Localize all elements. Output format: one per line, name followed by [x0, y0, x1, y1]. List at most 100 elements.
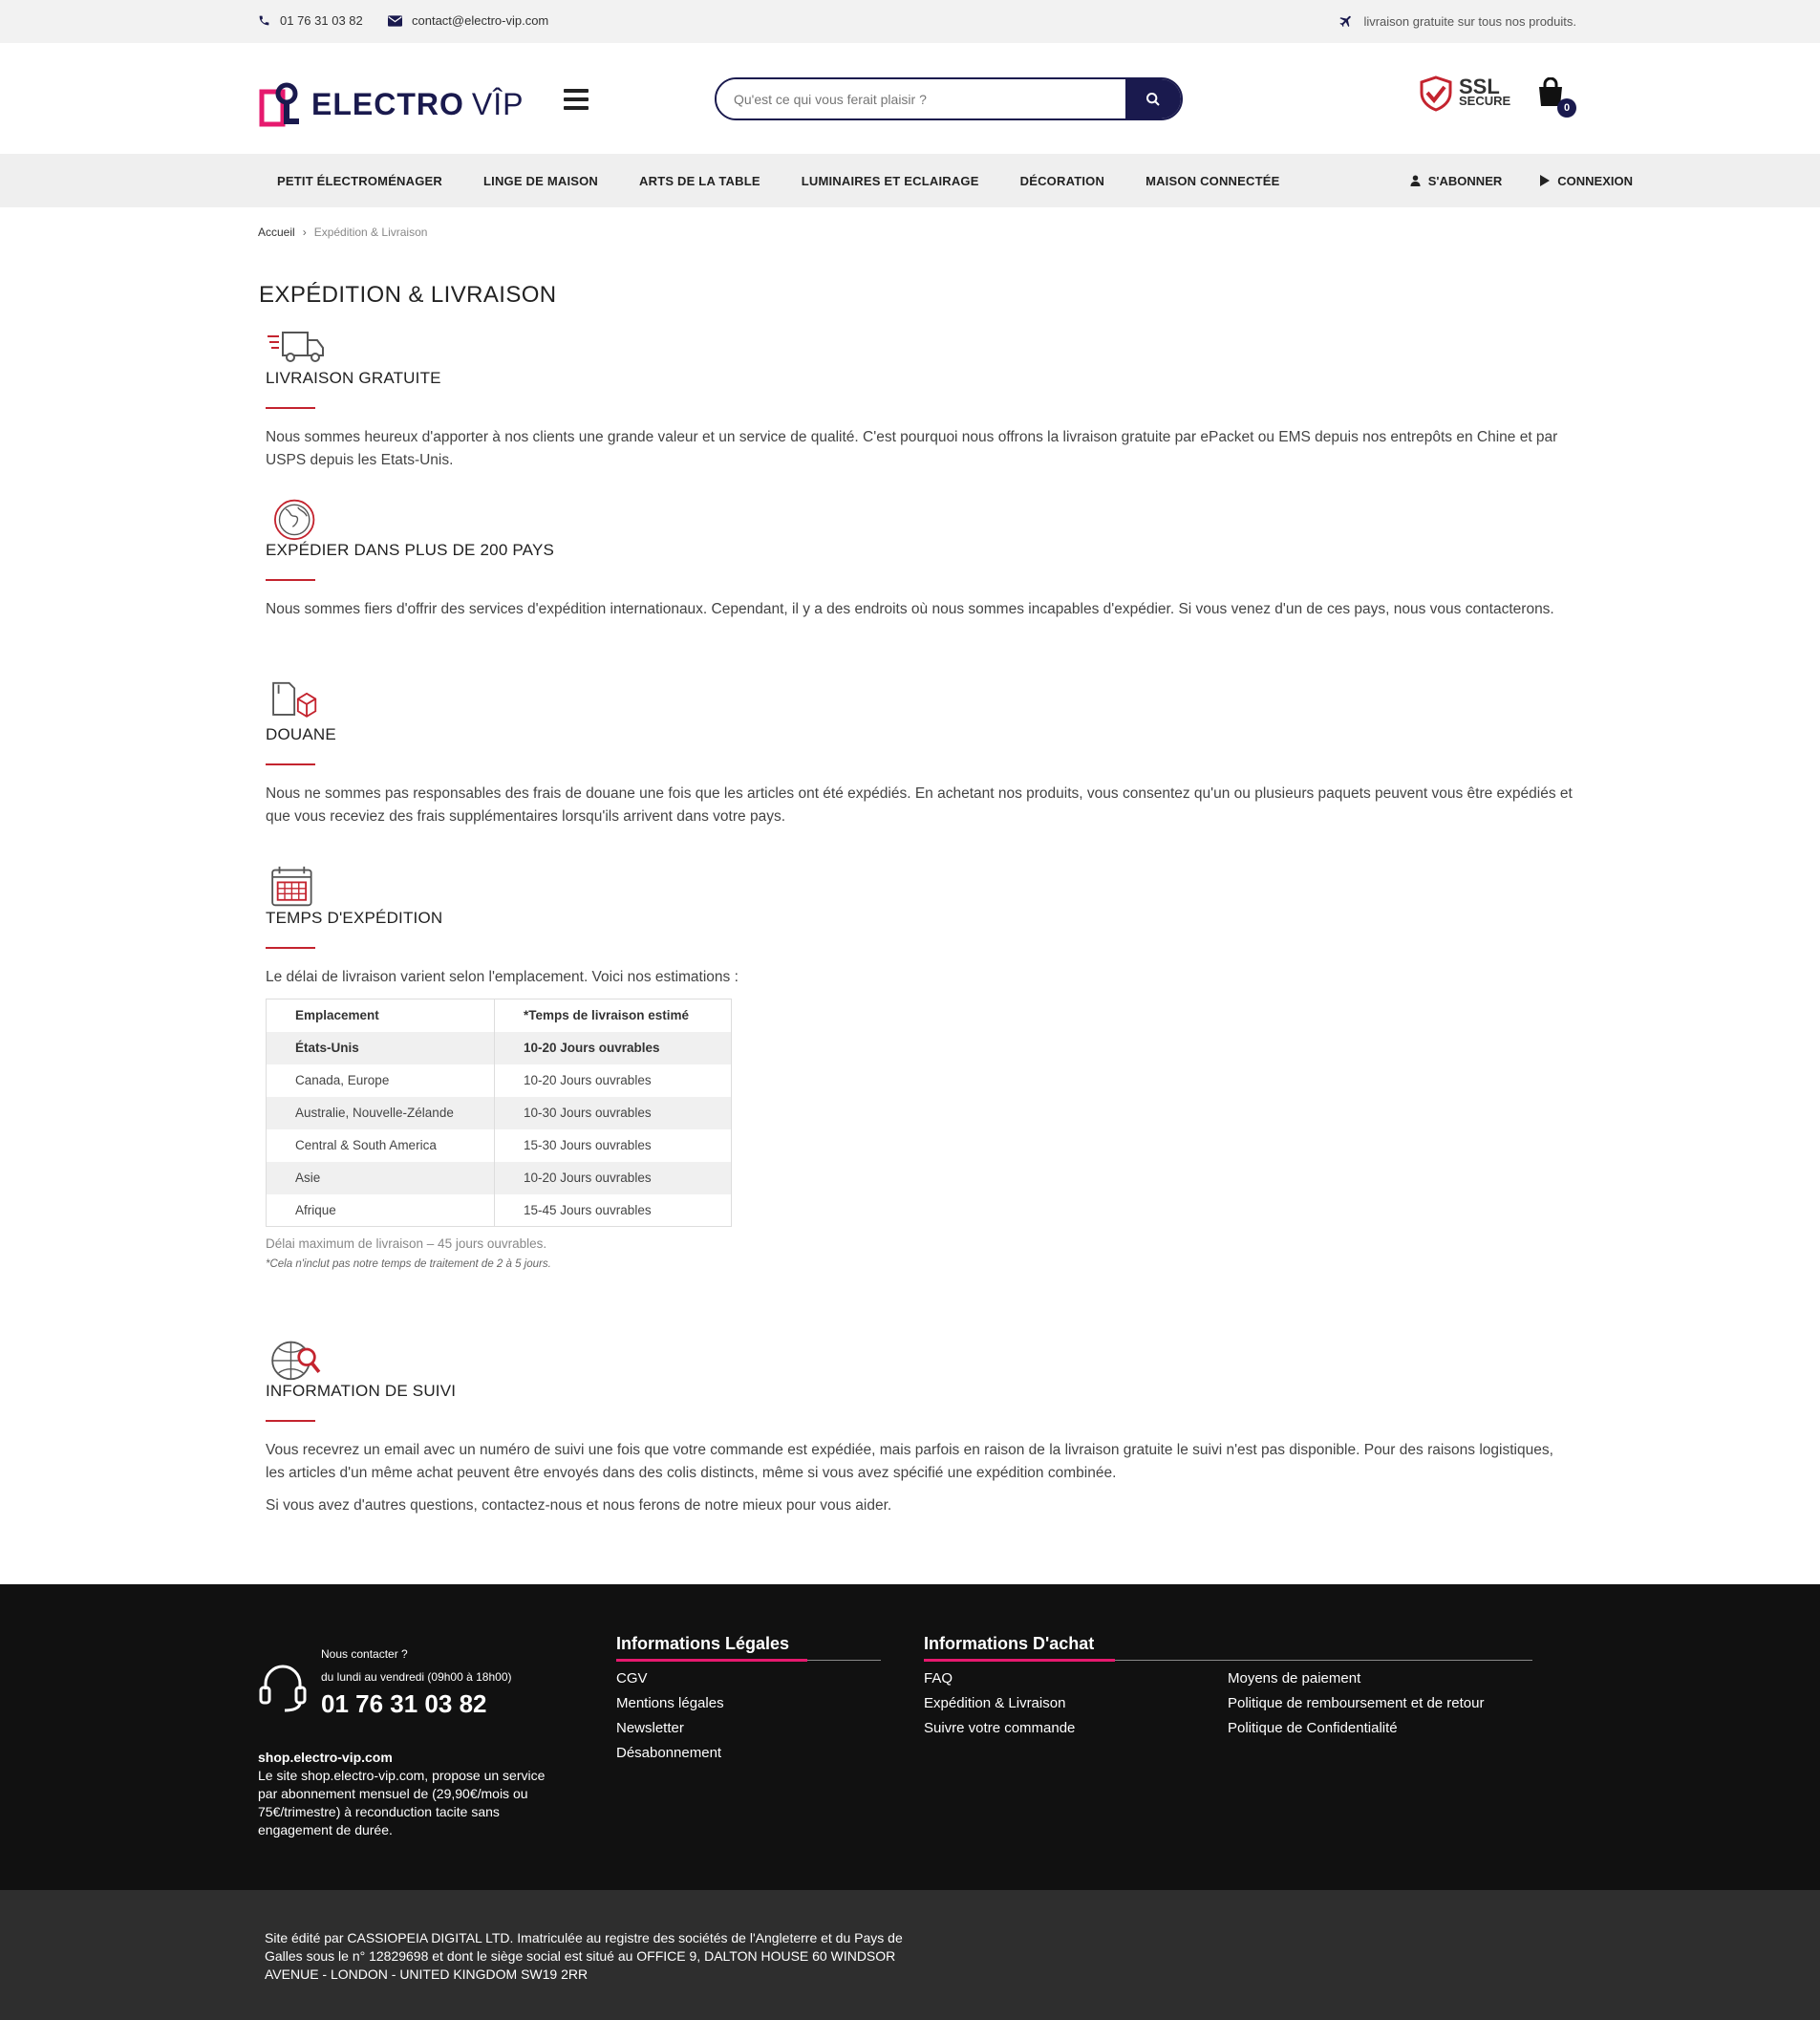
title-underline: [266, 579, 315, 581]
footer-link-payment[interactable]: Moyens de paiement: [1228, 1670, 1484, 1687]
footer-hours: du lundi au vendredi (09h00 à 18h00): [321, 1670, 512, 1684]
envelope-icon: [388, 14, 402, 27]
footer-link-mentions[interactable]: Mentions légales: [616, 1695, 881, 1711]
title-underline: [266, 1420, 315, 1422]
footer-link-faq[interactable]: FAQ: [924, 1670, 1228, 1687]
footer-legal-column: Informations Légales CGV Mentions légale…: [616, 1634, 881, 1770]
breadcrumb-separator-icon: ›: [302, 226, 307, 239]
footer-purchase-column: Informations D'achat FAQ Expédition & Li…: [924, 1634, 1532, 1745]
footer-about: shop.electro-vip.com Le site shop.electr…: [258, 1749, 564, 1839]
nav-item-arts-de-la-table[interactable]: ARTS DE LA TABLE: [639, 174, 760, 188]
cart-button[interactable]: 0: [1536, 76, 1576, 118]
headset-icon: [259, 1665, 307, 1712]
table-row: Central & South America 15-30 Jours ouvra…: [266, 1128, 732, 1162]
table-row: États-Unis 10-20 Jours ouvrables: [266, 1031, 732, 1064]
topbar-promo-text: livraison gratuite sur tous nos produits…: [1363, 13, 1576, 29]
company-legal-text: Site édité par CASSIOPEIA DIGITAL LTD. I…: [265, 1930, 903, 1982]
topbar-phone[interactable]: 01 76 31 03 82: [258, 13, 363, 28]
footer-phone[interactable]: 01 76 31 03 82: [321, 1689, 512, 1719]
section-title: DOUANE: [266, 725, 336, 743]
footer-link-unsubscribe[interactable]: Désabonnement: [616, 1745, 881, 1761]
page-title: EXPÉDITION & LIVRAISON: [259, 282, 557, 308]
footer-about-text: Le site shop.electro-vip.com, propose un…: [258, 1768, 546, 1837]
footer-link-refund[interactable]: Politique de remboursement et de retour: [1228, 1695, 1484, 1711]
user-icon: [1410, 175, 1421, 186]
section-200-countries: EXPÉDIER DANS PLUS DE 200 PAYS Nous somm…: [266, 497, 1574, 621]
search-button[interactable]: [1125, 79, 1181, 118]
table-cell: 10-20 Jours ouvrables: [494, 1161, 732, 1194]
nav-item-linge-de-maison[interactable]: LINGE DE MAISON: [483, 174, 598, 188]
breadcrumb: Accueil › Expédition & Livraison: [258, 226, 427, 239]
section-text: Vous recevrez un email avec un numéro de…: [266, 1442, 1553, 1481]
login-label: CONNEXION: [1557, 173, 1633, 188]
footer-link-cgv[interactable]: CGV: [616, 1670, 881, 1687]
section-customs: DOUANE Nous ne sommes pas responsables d…: [266, 681, 1574, 828]
section-title: EXPÉDIER DANS PLUS DE 200 PAYS: [266, 541, 555, 559]
login-link[interactable]: CONNEXION: [1540, 174, 1633, 188]
footer-contact: Nous contacter ? du lundi au vendredi (0…: [258, 1647, 512, 1719]
breadcrumb-home[interactable]: Accueil: [258, 226, 295, 239]
table-header: Emplacement: [266, 999, 495, 1032]
tracking-icon: [271, 1341, 321, 1381]
plane-icon: [1339, 15, 1352, 28]
table-row: Asie 10-20 Jours ouvrables: [266, 1161, 732, 1194]
footer-link-shipping[interactable]: Expédition & Livraison: [924, 1695, 1228, 1711]
footer-link-track-order[interactable]: Suivre votre commande: [924, 1720, 1228, 1736]
search-bar: [715, 77, 1183, 120]
subscribe-link[interactable]: S'ABONNER: [1410, 174, 1502, 188]
topbar-phone-text: 01 76 31 03 82: [280, 13, 363, 28]
table-cell: Afrique: [266, 1193, 495, 1227]
site-logo[interactable]: ELECTRO VÎP: [258, 76, 524, 132]
footer-link-privacy[interactable]: Politique de Confidentialité: [1228, 1720, 1484, 1736]
logo-mark-icon: [259, 82, 299, 127]
table-cell: États-Unis: [266, 1031, 495, 1064]
topbar-email[interactable]: contact@electro-vip.com: [388, 13, 548, 28]
nav-item-maison-connectee[interactable]: MAISON CONNECTÉE: [1146, 174, 1279, 188]
section-text: Le délai de livraison varient selon l'em…: [266, 969, 739, 985]
section-title: LIVRAISON GRATUITE: [266, 369, 441, 387]
globe-icon: [274, 499, 315, 541]
footer-purchase-title: Informations D'achat: [924, 1634, 1532, 1662]
phone-icon: [259, 15, 269, 26]
truck-icon: [268, 332, 324, 362]
section-free-shipping: LIVRAISON GRATUITE Nous sommes heureux d…: [266, 325, 1574, 472]
table-cell: 15-30 Jours ouvrables: [494, 1128, 732, 1162]
customs-icon: [272, 681, 317, 718]
ssl-secure-label: SECURE: [1459, 94, 1511, 108]
table-cell: 10-20 Jours ouvrables: [494, 1064, 732, 1097]
section-tracking: INFORMATION DE SUIVI Vous recevrez un em…: [266, 1338, 1574, 1517]
table-header-row: Emplacement *Temps de livraison estimé: [266, 999, 732, 1032]
header: ELECTROVÎP SSLSECURE 0: [0, 43, 1820, 154]
nav-item-petit-electromenager[interactable]: PETIT ÉLECTROMÉNAGER: [277, 174, 442, 188]
title-underline: [266, 947, 315, 949]
logo-main: ELECTRO: [311, 86, 464, 121]
table-row: Afrique 15-45 Jours ouvrables: [266, 1193, 732, 1227]
section-title: TEMPS D'EXPÉDITION: [266, 909, 443, 927]
title-underline: [266, 407, 315, 409]
shield-check-icon: [1420, 75, 1452, 112]
section-text: Nous sommes fiers d'offrir des services …: [266, 601, 1554, 617]
footer-link-newsletter[interactable]: Newsletter: [616, 1720, 881, 1736]
sub-footer: Site édité par CASSIOPEIA DIGITAL LTD. I…: [0, 1890, 1820, 2020]
footer-site-name: shop.electro-vip.com: [258, 1750, 393, 1765]
logo-vip: VÎP: [471, 86, 525, 121]
section-text-extra: Si vous avez d'autres questions, contact…: [266, 1497, 892, 1514]
section-text: Nous ne sommes pas responsables des frai…: [266, 785, 1573, 825]
table-cell: 15-45 Jours ouvrables: [494, 1193, 732, 1227]
nav-item-decoration[interactable]: DÉCORATION: [1020, 174, 1104, 188]
nav-item-luminaires[interactable]: LUMINAIRES ET ECLAIRAGE: [802, 174, 979, 188]
play-arrow-icon: [1540, 175, 1551, 186]
footer: Nous contacter ? du lundi au vendredi (0…: [0, 1584, 1820, 1890]
search-input[interactable]: [717, 79, 1125, 118]
menu-icon[interactable]: [564, 89, 589, 110]
calendar-icon: [271, 866, 312, 907]
search-icon: [1146, 92, 1160, 106]
section-shipping-time: TEMPS D'EXPÉDITION Le délai de livraison…: [266, 865, 1574, 1270]
table-cell: Asie: [266, 1161, 495, 1194]
cart-count-badge: 0: [1557, 98, 1576, 118]
topbar-email-text: contact@electro-vip.com: [412, 13, 549, 28]
main-nav: PETIT ÉLECTROMÉNAGER LINGE DE MAISON ART…: [0, 154, 1820, 207]
table-cell: 10-30 Jours ouvrables: [494, 1096, 732, 1129]
section-title: INFORMATION DE SUIVI: [266, 1382, 457, 1400]
logo-text: ELECTRO VÎP: [311, 87, 524, 122]
